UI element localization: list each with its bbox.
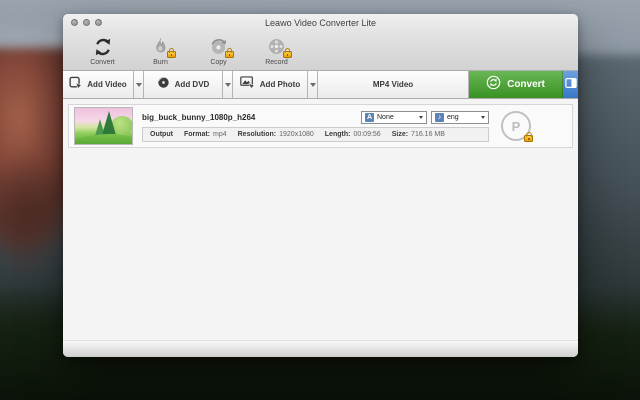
zoom-button[interactable] xyxy=(95,19,102,26)
resolution-pair: Resolution: 1920x1080 xyxy=(238,131,314,138)
file-list: big_buck_bunny_1080p_h264 A None ♪ eng O… xyxy=(63,99,578,340)
add-photo-button[interactable]: Add Photo xyxy=(233,71,308,98)
output-pair: Output xyxy=(150,131,173,138)
convert-button-label: Convert xyxy=(507,79,545,90)
file-name-line: big_buck_bunny_1080p_h264 A None ♪ eng xyxy=(142,110,489,124)
video-thumbnail xyxy=(74,107,133,145)
main-toolbar: Convert Burn Copy Record xyxy=(63,31,578,71)
subtitle-icon: A xyxy=(365,112,374,122)
app-window: Leawo Video Converter Lite Convert Burn … xyxy=(63,14,578,357)
toolbar-copy-label: Copy xyxy=(210,59,227,66)
add-dvd-label: Add DVD xyxy=(174,80,210,89)
toolbar-convert[interactable]: Convert xyxy=(79,35,126,66)
subtitle-value: None xyxy=(377,113,394,121)
add-dvd-button[interactable]: Add DVD xyxy=(144,71,223,98)
chevron-down-icon xyxy=(419,115,423,119)
thumbnail-tree xyxy=(102,111,116,135)
toolbar-record[interactable]: Record xyxy=(253,35,300,66)
format-label: Format: xyxy=(183,130,210,138)
convert-action-icon xyxy=(486,75,501,95)
convert-button[interactable]: Convert xyxy=(469,71,563,98)
add-video-icon xyxy=(69,76,83,94)
lock-icon xyxy=(282,48,292,58)
format-pair: Format: mp4 xyxy=(184,131,227,138)
add-video-dropdown[interactable] xyxy=(134,71,144,98)
lock-icon xyxy=(166,48,176,58)
subtitle-select[interactable]: A None xyxy=(361,110,427,124)
resolution-label: Resolution: xyxy=(237,130,277,138)
burn-flame-icon xyxy=(148,35,176,58)
chevron-down-icon xyxy=(309,82,316,87)
resolution-value: 1920x1080 xyxy=(279,130,314,138)
size-pair: Size: 716.16 MB xyxy=(392,131,445,138)
toolbar-burn[interactable]: Burn xyxy=(137,35,184,66)
lock-icon xyxy=(224,48,234,58)
window-title: Leawo Video Converter Lite xyxy=(265,17,376,28)
add-dvd-icon xyxy=(157,76,170,94)
audio-icon: ♪ xyxy=(435,112,444,122)
copy-disc-icon xyxy=(206,35,234,58)
wallpaper-red-mountain-base xyxy=(0,150,70,280)
record-disc-icon xyxy=(264,35,292,58)
chevron-down-icon xyxy=(224,82,231,87)
output-profile-label: MP4 Video xyxy=(372,80,414,89)
edit-profile-icon: P xyxy=(511,118,521,134)
add-video-button[interactable]: Add Video xyxy=(63,71,134,98)
edit-profile-button[interactable]: P xyxy=(501,111,533,142)
file-info: big_buck_bunny_1080p_h264 A None ♪ eng O… xyxy=(142,110,489,142)
chevron-down-icon xyxy=(481,115,485,119)
thumbnail-hill xyxy=(75,134,132,144)
size-label: Size: xyxy=(391,130,409,138)
audio-value: eng xyxy=(447,113,459,121)
toolbar-record-label: Record xyxy=(265,59,288,66)
add-dvd-dropdown[interactable] xyxy=(223,71,233,98)
size-value: 716.16 MB xyxy=(411,130,445,138)
file-details-strip: Output Format: mp4 Resolution: 1920x1080… xyxy=(142,126,489,142)
output-profile-button[interactable]: MP4 Video xyxy=(318,71,469,98)
add-video-label: Add Video xyxy=(87,80,127,89)
file-row[interactable]: big_buck_bunny_1080p_h264 A None ♪ eng O… xyxy=(68,104,573,148)
toolbar-burn-label: Burn xyxy=(153,59,168,66)
convert-sync-icon xyxy=(90,35,116,58)
toolbar-convert-label: Convert xyxy=(90,59,115,66)
length-pair: Length: 00:09:56 xyxy=(325,131,381,138)
lock-icon xyxy=(524,132,533,142)
toolbar-copy[interactable]: Copy xyxy=(195,35,242,66)
add-photo-dropdown[interactable] xyxy=(308,71,318,98)
audio-track-select[interactable]: ♪ eng xyxy=(431,110,489,124)
title-bar: Leawo Video Converter Lite xyxy=(63,14,578,31)
window-controls xyxy=(71,19,102,26)
format-value: mp4 xyxy=(213,130,227,138)
panel-toggle-icon xyxy=(564,76,577,94)
close-button[interactable] xyxy=(71,19,78,26)
panel-toggle-button[interactable] xyxy=(563,71,578,98)
status-bar xyxy=(63,340,578,357)
length-label: Length: xyxy=(324,130,351,138)
length-value: 00:09:56 xyxy=(353,130,381,138)
file-name: big_buck_bunny_1080p_h264 xyxy=(142,112,256,122)
action-bar: Add Video Add DVD Add Photo MP4 Video Co… xyxy=(63,71,578,99)
chevron-down-icon xyxy=(135,82,142,87)
minimize-button[interactable] xyxy=(83,19,90,26)
add-photo-icon xyxy=(239,75,255,94)
add-photo-label: Add Photo xyxy=(259,80,301,89)
output-label: Output xyxy=(150,130,173,138)
